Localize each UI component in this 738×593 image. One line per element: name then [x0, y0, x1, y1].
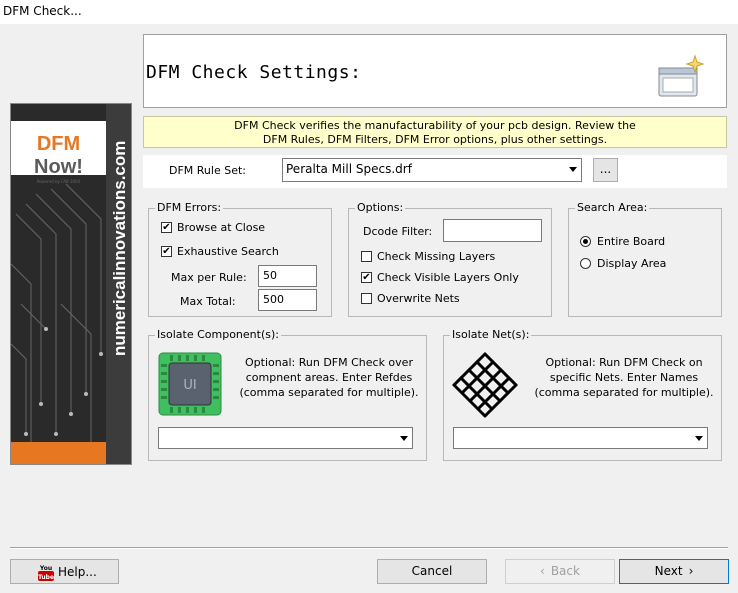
logo-now-text: Now! — [34, 156, 83, 178]
max-total-input[interactable]: 500 — [258, 289, 317, 311]
sidebar-url-text: numericalinnovations.com — [110, 140, 129, 356]
sidebar-left-panel: DFM Now! Powered by FAB 3000 — [11, 104, 106, 464]
back-label: Back — [550, 564, 580, 578]
rule-set-label: DFM Rule Set: — [169, 164, 246, 177]
overwrite-nets-label: Overwrite Nets — [377, 292, 460, 305]
check-visible-layers-label: Check Visible Layers Only — [377, 271, 519, 284]
rule-set-browse-button[interactable]: ... — [593, 158, 618, 182]
isolate-nets-title: Isolate Net(s): — [450, 328, 532, 341]
sidebar-url: numericalinnovations.com — [106, 126, 136, 356]
isolate-nets-dropdown[interactable] — [453, 427, 708, 449]
check-visible-layers-checkbox[interactable]: ✔ — [361, 272, 372, 283]
logo-dfm-text: DFM — [36, 133, 81, 155]
logo-powered-text: Powered by FAB 3000 — [36, 179, 81, 184]
chevron-left-icon: ‹ — [540, 564, 545, 578]
chevron-down-icon — [695, 436, 703, 441]
isolate-components-dropdown[interactable] — [158, 427, 413, 449]
header-panel: DFM Check Settings: — [143, 34, 727, 108]
display-area-radio[interactable] — [580, 258, 591, 269]
isolate-components-title: Isolate Component(s): — [155, 328, 281, 341]
search-area-group: Search Area: Entire Board Display Area — [568, 201, 722, 317]
next-label: Next — [654, 564, 683, 578]
rule-set-row: DFM Rule Set: Peralta Mill Specs.drf ... — [143, 155, 727, 188]
rule-set-dropdown[interactable]: Peralta Mill Specs.drf — [282, 158, 582, 182]
options-title: Options: — [355, 201, 406, 214]
isolate-components-group: Isolate Component(s): UI Optional: Run D… — [148, 328, 427, 461]
banner-line-2: DFM Rules, DFM Filters, DFM Error option… — [262, 133, 608, 146]
dfm-now-logo: DFM Now! Powered by FAB 3000 — [11, 121, 106, 184]
exhaustive-search-label: Exhaustive Search — [177, 245, 279, 258]
help-button[interactable]: You Tube Help... — [10, 559, 119, 584]
page-title: DFM Check Settings: — [146, 62, 362, 83]
max-per-rule-label: Max per Rule: — [171, 271, 247, 284]
sidebar-orange-bar — [11, 442, 106, 464]
chevron-right-icon: › — [688, 564, 694, 578]
isolate-components-desc-1: Optional: Run DFM Check over — [245, 356, 413, 369]
search-area-title: Search Area: — [575, 201, 650, 214]
next-button[interactable]: Next › — [619, 559, 729, 584]
banner-line-1: DFM Check verifies the manufacturability… — [234, 119, 636, 132]
isolate-nets-group: Isolate Net(s): Optional: Run DFM Check … — [443, 328, 722, 461]
youtube-icon: You Tube — [38, 565, 54, 581]
chevron-down-icon — [400, 436, 408, 441]
isolate-nets-description: Optional: Run DFM Check on specific Nets… — [529, 355, 719, 400]
dfm-errors-title: DFM Errors: — [155, 201, 224, 214]
svg-text:Tube: Tube — [38, 574, 54, 581]
isolate-components-desc-3: (comma separated for multiple). — [239, 386, 419, 399]
isolate-nets-desc-3: (comma separated for multiple). — [534, 386, 714, 399]
chip-icon: UI — [158, 352, 222, 416]
entire-board-label: Entire Board — [597, 235, 666, 248]
chevron-down-icon — [569, 167, 577, 172]
check-missing-layers-label: Check Missing Layers — [377, 250, 496, 263]
svg-text:You: You — [39, 565, 52, 572]
window-sparkle-icon — [658, 54, 705, 97]
isolate-nets-desc-2: specific Nets. Enter Names — [549, 371, 699, 384]
net-grid-icon — [452, 352, 518, 418]
dcode-filter-label: Dcode Filter: — [363, 225, 433, 238]
info-banner: DFM Check verifies the manufacturability… — [143, 116, 727, 148]
options-group: Options: Dcode Filter: Check Missing Lay… — [348, 201, 552, 317]
max-per-rule-input[interactable]: 50 — [258, 265, 317, 287]
max-total-label: Max Total: — [180, 295, 236, 308]
display-area-label: Display Area — [597, 257, 667, 270]
help-label: Help... — [58, 565, 97, 579]
isolate-nets-desc-1: Optional: Run DFM Check on — [545, 356, 703, 369]
footer-separator — [10, 547, 728, 549]
cancel-label: Cancel — [411, 564, 453, 578]
back-button[interactable]: ‹ Back — [505, 559, 615, 584]
check-missing-layers-checkbox[interactable] — [361, 251, 372, 262]
overwrite-nets-checkbox[interactable] — [361, 293, 372, 304]
dfm-errors-group: DFM Errors: ✔ Browse at Close ✔ Exhausti… — [148, 201, 332, 317]
browse-at-close-label: Browse at Close — [177, 221, 266, 234]
rule-set-value: Peralta Mill Specs.drf — [286, 162, 412, 176]
exhaustive-search-checkbox[interactable]: ✔ — [161, 246, 172, 257]
cancel-button[interactable]: Cancel — [377, 559, 487, 584]
chip-label-text: UI — [183, 378, 196, 393]
dcode-filter-input[interactable] — [443, 219, 542, 242]
window-title: DFM Check... — [3, 4, 82, 18]
browse-at-close-checkbox[interactable]: ✔ — [161, 222, 172, 233]
entire-board-radio[interactable] — [580, 236, 591, 247]
isolate-components-description: Optional: Run DFM Check over compnent ar… — [234, 355, 424, 400]
isolate-components-desc-2: compnent areas. Enter Refdes — [245, 371, 413, 384]
title-bar: DFM Check... — [0, 0, 738, 24]
